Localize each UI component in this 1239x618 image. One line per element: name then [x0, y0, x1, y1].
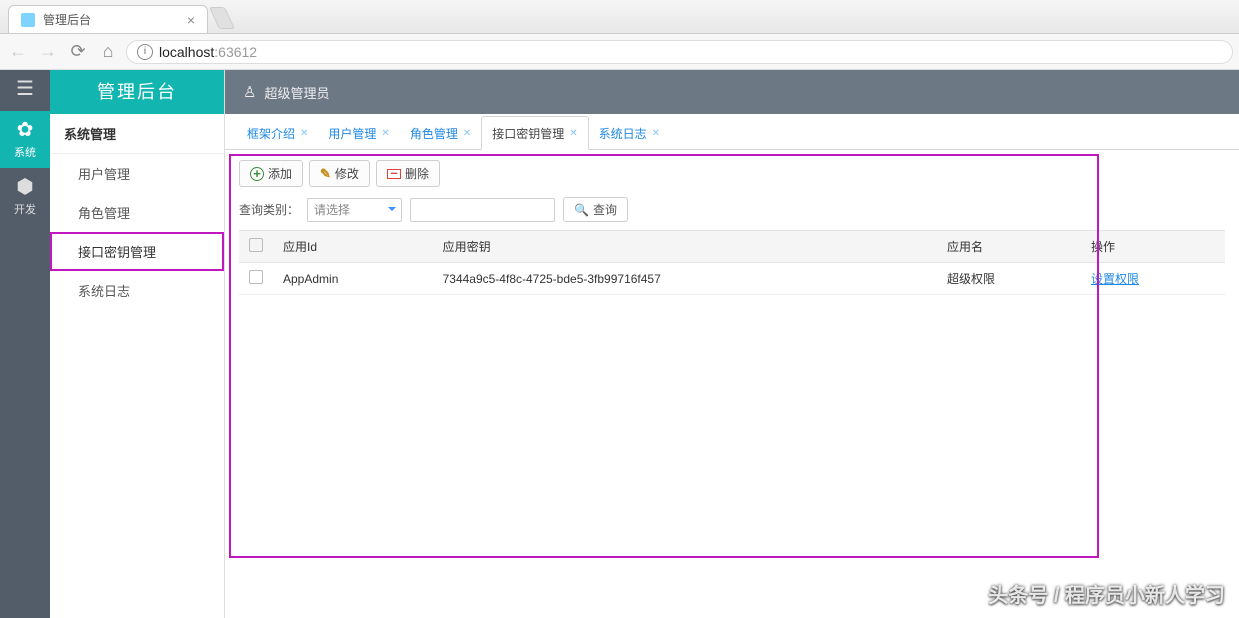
tab-logs[interactable]: 系统日志✕: [589, 117, 670, 149]
close-icon[interactable]: ✕: [569, 128, 577, 139]
close-icon[interactable]: ✕: [300, 128, 308, 139]
browser-tab-title: 管理后台: [43, 11, 91, 28]
cube-icon: ⬢: [0, 174, 50, 199]
current-user: 超级管理员: [264, 83, 329, 102]
tab-framework[interactable]: 框架介绍✕: [237, 117, 318, 149]
close-icon[interactable]: ✕: [652, 128, 660, 139]
edit-button[interactable]: ✎修改: [309, 160, 370, 187]
tab-close-icon[interactable]: ×: [187, 12, 195, 28]
filter-label: 查询类别：: [239, 201, 299, 218]
url-text: localhost:63612: [159, 44, 257, 60]
favicon: [21, 13, 35, 27]
filter-value-input[interactable]: [410, 198, 555, 222]
forward-icon[interactable]: →: [36, 41, 60, 62]
select-all-checkbox[interactable]: [249, 238, 263, 252]
sidebar-section-title: 系统管理: [50, 114, 224, 154]
sidebar-item-logs[interactable]: 系统日志: [50, 271, 224, 310]
plus-icon: +: [250, 167, 264, 181]
rail-item-list[interactable]: ☰: [0, 70, 50, 111]
tab-apikey[interactable]: 接口密钥管理✕: [481, 116, 588, 150]
sidebar: 管理后台 系统管理 用户管理 角色管理 接口密钥管理 系统日志: [50, 70, 225, 618]
back-icon[interactable]: ←: [6, 41, 30, 62]
add-button[interactable]: +添加: [239, 160, 303, 187]
col-appid: 应用Id: [273, 231, 433, 263]
minus-icon: –: [387, 169, 401, 179]
set-permission-link[interactable]: 设置权限: [1091, 272, 1139, 286]
user-icon: ♙: [243, 83, 256, 101]
watermark: 头条号 / 程序员小新人学习: [988, 579, 1225, 608]
left-rail: ☰ ✿系统 ⬢开发: [0, 70, 50, 618]
brand-title: 管理后台: [50, 70, 224, 114]
cell-appname: 超级权限: [937, 263, 1081, 295]
close-icon[interactable]: ✕: [381, 128, 389, 139]
rail-item-system[interactable]: ✿系统: [0, 111, 50, 168]
table-row[interactable]: AppAdmin 7344a9c5-4f8c-4725-bde5-3fb9971…: [239, 263, 1225, 295]
topbar: ♙ 超级管理员: [225, 70, 1239, 114]
col-action: 操作: [1081, 231, 1225, 263]
row-checkbox[interactable]: [249, 270, 263, 284]
rail-item-dev[interactable]: ⬢开发: [0, 168, 50, 225]
col-appname: 应用名: [937, 231, 1081, 263]
tab-strip: 框架介绍✕ 用户管理✕ 角色管理✕ 接口密钥管理✕ 系统日志✕: [225, 114, 1239, 150]
reload-icon[interactable]: ⟳: [66, 41, 90, 62]
browser-tab[interactable]: 管理后台 ×: [8, 5, 208, 33]
query-button[interactable]: 🔍查询: [563, 197, 628, 222]
address-input[interactable]: i localhost:63612: [126, 40, 1233, 64]
tab-roles[interactable]: 角色管理✕: [400, 117, 481, 149]
sidebar-item-users[interactable]: 用户管理: [50, 154, 224, 193]
filter-type-select[interactable]: 请选择: [307, 198, 402, 222]
cell-secret: 7344a9c5-4f8c-4725-bde5-3fb99716f457: [433, 263, 937, 295]
delete-button[interactable]: –删除: [376, 160, 440, 187]
tab-users[interactable]: 用户管理✕: [318, 117, 399, 149]
col-secret: 应用密钥: [433, 231, 937, 263]
search-icon: 🔍: [574, 203, 589, 217]
info-icon[interactable]: i: [137, 44, 153, 60]
list-icon: ☰: [0, 76, 50, 101]
cell-appid: AppAdmin: [273, 263, 433, 295]
gear-icon: ✿: [0, 117, 50, 142]
home-icon[interactable]: ⌂: [96, 41, 120, 62]
close-icon[interactable]: ✕: [463, 128, 471, 139]
new-tab-button[interactable]: [209, 7, 235, 29]
data-table: 应用Id 应用密钥 应用名 操作 AppAdmin 7344a9c5-4f8c-…: [239, 230, 1225, 295]
sidebar-item-roles[interactable]: 角色管理: [50, 193, 224, 232]
sidebar-item-apikey[interactable]: 接口密钥管理: [50, 232, 224, 271]
pencil-icon: ✎: [320, 166, 331, 182]
